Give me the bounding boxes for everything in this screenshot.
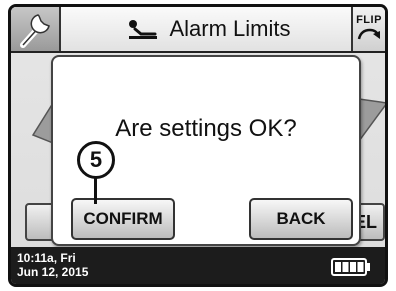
confirm-button[interactable]: CONFIRM: [71, 198, 175, 240]
date-text: Jun 12, 2015: [17, 265, 89, 279]
rotate-arrow-icon: [357, 28, 380, 40]
screen-title: Alarm Limits: [71, 7, 347, 51]
header-bar: Alarm Limits FLIP: [11, 7, 385, 53]
dialog-message: Are settings OK?: [115, 115, 297, 142]
battery-icon: [331, 258, 370, 276]
title-text: Alarm Limits: [169, 16, 291, 41]
time-text: 10:11a, Fri: [17, 251, 76, 265]
left-arrow-icon[interactable]: [31, 101, 53, 145]
callout-leader-line: [94, 178, 97, 204]
right-arrow-icon[interactable]: [359, 97, 388, 143]
person-lying-icon: [129, 20, 158, 39]
tools-button[interactable]: [11, 7, 61, 51]
wrench-icon: [20, 14, 50, 48]
step-callout: 5: [77, 141, 115, 179]
status-bar: 10:11a, Fri Jun 12, 2015: [11, 247, 385, 284]
device-screen: Alarm Limits FLIP EL Are settings OK? CO…: [8, 4, 388, 287]
flip-label: FLIP: [356, 14, 382, 26]
flip-button[interactable]: FLIP: [351, 7, 385, 51]
back-button[interactable]: BACK: [249, 198, 353, 240]
datetime: 10:11a, Fri Jun 12, 2015: [17, 251, 88, 279]
